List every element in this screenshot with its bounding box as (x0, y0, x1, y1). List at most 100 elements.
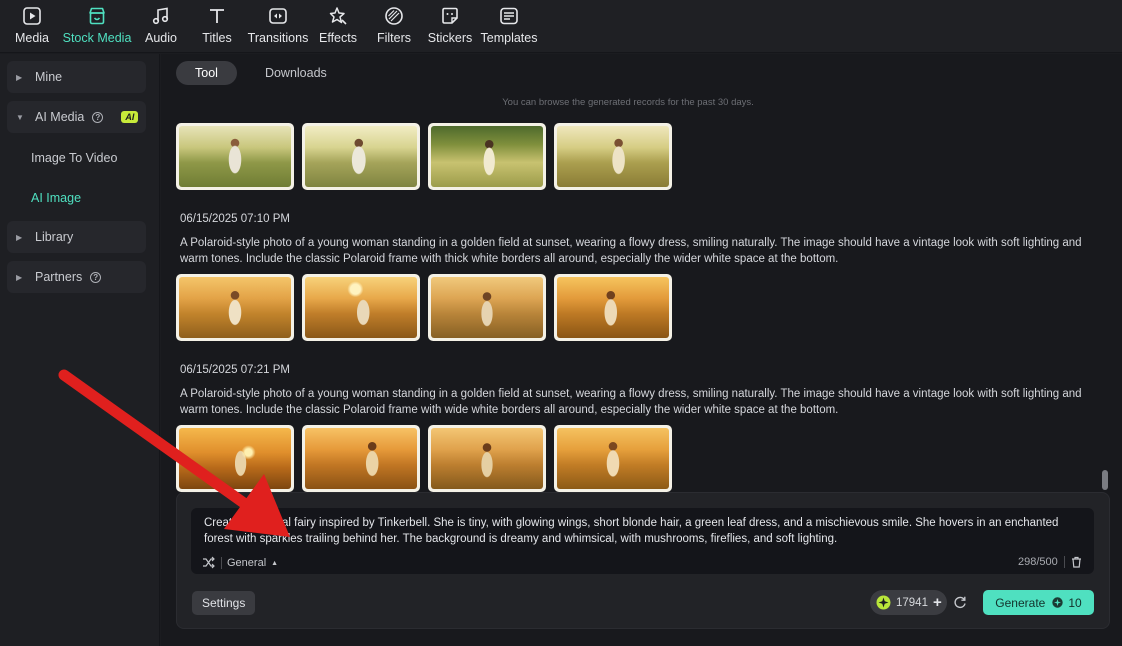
generated-image-thumbnail[interactable] (176, 274, 294, 341)
shuffle-icon[interactable] (202, 556, 216, 570)
nav-titles[interactable]: Titles (198, 0, 236, 53)
transitions-icon (267, 5, 289, 27)
sidebar-item-mine-label: Mine (35, 70, 63, 84)
woman-in-field-image (557, 428, 669, 489)
credits-value: 17941 (896, 596, 928, 609)
filters-icon (383, 5, 405, 27)
credit-coin-icon (876, 595, 891, 610)
record-prompt: A Polaroid-style photo of a young woman … (180, 388, 1082, 416)
sidebar (0, 54, 160, 646)
nav-audio-label: Audio (145, 31, 177, 45)
tab-bar: Tool Downloads (176, 61, 346, 87)
sidebar-item-ai-media-label: AI Media (35, 110, 85, 124)
divider (1063, 556, 1065, 568)
templates-icon (498, 5, 520, 27)
woman-in-field-image (557, 126, 669, 187)
character-counter: 298/500 (1018, 556, 1083, 568)
sidebar-item-ai-media[interactable]: ▼ AI Media ? AI (7, 101, 146, 133)
generate-button-label: Generate (995, 595, 1046, 610)
sidebar-item-ai-image[interactable]: AI Image (31, 191, 81, 205)
effects-icon (327, 5, 349, 27)
chevron-right-icon: ▶ (16, 272, 23, 282)
generated-image-thumbnail[interactable] (428, 425, 546, 492)
chevron-right-icon: ▶ (16, 72, 23, 82)
sidebar-item-mine[interactable]: ▶ Mine (7, 61, 146, 93)
woman-in-field-image (305, 126, 417, 187)
generated-image-thumbnail[interactable] (176, 123, 294, 190)
chevron-down-icon: ▼ (16, 112, 24, 122)
sidebar-item-image-to-video[interactable]: Image To Video (31, 151, 117, 165)
generate-cost: 10 (1068, 595, 1082, 610)
nav-effects-label: Effects (319, 31, 357, 45)
credits-balance[interactable]: 17941 + (870, 590, 947, 615)
help-icon[interactable]: ? (90, 271, 102, 283)
record-timestamp: 06/15/2025 07:10 PM (180, 213, 290, 225)
refresh-icon[interactable] (953, 595, 969, 611)
trash-icon[interactable] (1071, 556, 1083, 568)
nav-media[interactable]: Media (12, 0, 52, 53)
credit-coin-icon (1052, 597, 1064, 608)
generated-image-thumbnail[interactable] (302, 123, 420, 190)
top-toolbar: Media Stock Media Audio Titles Transitio… (0, 0, 1122, 53)
record-prompt: A Polaroid-style photo of a young woman … (180, 237, 1082, 265)
generated-image-thumbnail[interactable] (554, 425, 672, 492)
chevron-right-icon: ▶ (16, 232, 23, 242)
generated-image-thumbnail[interactable] (554, 123, 672, 190)
sidebar-item-library-label: Library (35, 230, 74, 244)
prompt-input-text[interactable]: Create a magical fairy inspired by Tinke… (204, 516, 1084, 547)
nav-media-label: Media (14, 31, 50, 45)
woman-in-field-image (431, 428, 543, 489)
woman-in-field-image (179, 126, 291, 187)
woman-in-field-image (431, 126, 543, 187)
sidebar-item-partners[interactable]: ▶ Partners ? (7, 261, 146, 293)
nav-templates[interactable]: Templates (480, 0, 538, 53)
nav-stock-media[interactable]: Stock Media (62, 0, 132, 53)
record-timestamp: 06/15/2025 07:21 PM (180, 364, 290, 376)
text-t-icon (206, 5, 228, 27)
generated-image-thumbnail[interactable] (302, 274, 420, 341)
stickers-icon (439, 5, 461, 27)
nav-audio[interactable]: Audio (142, 0, 180, 53)
woman-in-field-image (305, 277, 417, 338)
plus-icon[interactable]: + (933, 594, 942, 611)
generated-image-thumbnail[interactable] (302, 425, 420, 492)
nav-filters-label: Filters (376, 31, 412, 45)
nav-transitions[interactable]: Transitions (248, 0, 308, 53)
generated-image-thumbnail[interactable] (554, 274, 672, 341)
sidebar-item-library[interactable]: ▶ Library (7, 221, 146, 253)
nav-transitions-label: Transitions (247, 31, 309, 45)
nav-stickers[interactable]: Stickers (428, 0, 472, 53)
nav-stickers-label: Stickers (427, 31, 473, 45)
generate-button[interactable]: Generate 10 (983, 590, 1094, 615)
help-icon[interactable]: ? (92, 111, 104, 123)
settings-button[interactable]: Settings (192, 591, 256, 615)
sidebar-item-partners-label: Partners (35, 270, 83, 284)
scrollbar-thumb[interactable] (1102, 470, 1108, 490)
woman-in-field-image (305, 428, 417, 489)
woman-in-field-image (179, 277, 291, 338)
caret-up-icon: ▲ (271, 559, 279, 567)
thumbnail-row (176, 425, 680, 492)
woman-in-field-image (557, 277, 669, 338)
thumbnail-row (176, 274, 680, 341)
nav-templates-label: Templates (480, 31, 538, 45)
character-counter-text: 298/500 (1018, 556, 1058, 568)
woman-in-field-image (179, 428, 291, 489)
generated-image-thumbnail[interactable] (428, 274, 546, 341)
stock-media-icon (86, 5, 108, 27)
generated-image-thumbnail[interactable] (176, 425, 294, 492)
nav-effects[interactable]: Effects (318, 0, 358, 53)
nav-titles-label: Titles (202, 31, 232, 45)
tab-downloads[interactable]: Downloads (246, 61, 346, 85)
media-icon (21, 5, 43, 27)
nav-filters[interactable]: Filters (374, 0, 414, 53)
thumbnail-row (176, 123, 680, 190)
history-note: You can browse the generated records for… (502, 97, 754, 108)
ai-badge: AI (121, 111, 139, 123)
woman-in-field-image (431, 277, 543, 338)
tab-tool[interactable]: Tool (176, 61, 237, 85)
style-selector[interactable]: General ▲ (202, 556, 278, 570)
generated-image-thumbnail[interactable] (428, 123, 546, 190)
music-note-icon (150, 5, 172, 27)
divider (221, 557, 222, 569)
